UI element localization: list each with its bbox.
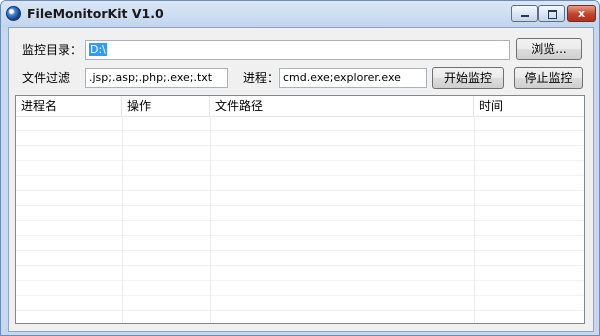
selected-directory-text: D:\	[89, 43, 107, 56]
close-icon: x	[577, 7, 586, 20]
client-area: 监控目录： D:\ 浏览... 文件过滤 .jsp;.asp;.php;.exe…	[8, 27, 594, 332]
stop-monitor-button[interactable]: 停止监控	[514, 67, 583, 89]
start-monitor-button[interactable]: 开始监控	[432, 67, 504, 89]
column-divider-process-operation	[122, 116, 123, 323]
minimize-icon	[512, 6, 537, 21]
process-label: 进程：	[243, 71, 280, 85]
maximize-icon	[539, 6, 564, 21]
column-divider-operation-path	[210, 116, 211, 323]
application-window: FileMonitorKit V1.0 x 监控目录： D:\ 浏览... 文件…	[0, 0, 600, 336]
column-divider-path-time	[474, 116, 475, 323]
column-header-time[interactable]: 时间	[474, 96, 584, 116]
title-bar[interactable]: FileMonitorKit V1.0 x	[1, 1, 599, 27]
column-header-file-path[interactable]: 文件路径	[210, 96, 474, 116]
table-body	[16, 116, 584, 323]
filemonitor-globe-icon	[6, 6, 21, 21]
close-button[interactable]: x	[567, 5, 596, 22]
process-input[interactable]: cmd.exe;explorer.exe	[279, 68, 427, 88]
monitor-directory-label: 监控目录：	[22, 43, 83, 57]
minimize-button[interactable]	[511, 5, 538, 22]
browse-button[interactable]: 浏览...	[516, 38, 582, 60]
maximize-button[interactable]	[538, 5, 565, 22]
table-header: 进程名 操作 文件路径 时间	[16, 96, 584, 117]
event-table[interactable]: 进程名 操作 文件路径 时间	[15, 95, 585, 324]
window-title: FileMonitorKit V1.0	[27, 6, 164, 21]
column-header-process-name[interactable]: 进程名	[16, 96, 122, 116]
file-filter-input[interactable]: .jsp;.asp;.php;.exe;.txt	[85, 68, 228, 88]
column-header-operation[interactable]: 操作	[122, 96, 210, 116]
file-filter-label: 文件过滤	[22, 71, 71, 85]
monitor-directory-input[interactable]: D:\	[85, 40, 510, 60]
